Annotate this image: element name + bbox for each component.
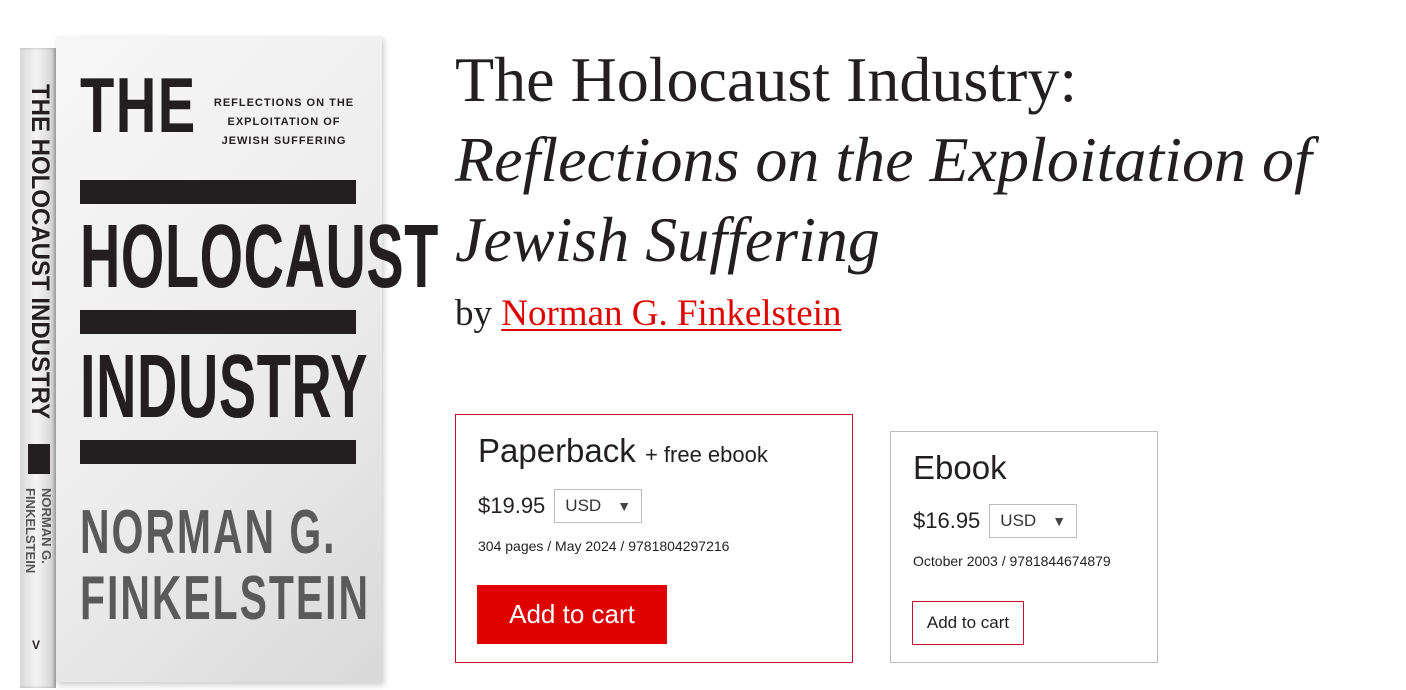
cover-divider [80,310,356,334]
cover-divider [80,440,356,464]
spine-author: NORMAN G. FINKELSTEIN [22,488,54,573]
book-title: The Holocaust Industry: Reflections on t… [455,40,1395,280]
cover-author-line: NORMAN G. [80,498,337,567]
format-details: 304 pages / May 2024 / 9781804297216 [478,538,730,554]
add-to-cart-button[interactable]: Add to cart [477,585,667,644]
caret-down-icon: ▼ [1052,513,1067,529]
cover-title-the: THE [80,61,197,149]
book-subtitle-line: Reflections on the Exploitation of [455,124,1312,195]
spine-author-line: FINKELSTEIN [23,488,38,574]
currency-select[interactable]: USD ▼ [554,489,643,523]
publisher-logo: V [32,638,41,652]
format-name: Ebook [913,449,1007,486]
caret-down-icon: ▼ [617,498,632,514]
byline-prefix: by [455,293,492,334]
currency-value: USD [565,496,602,515]
price-row: $19.95 USD ▼ [478,489,643,523]
price: $16.95 [913,508,981,533]
spine-author-line: NORMAN G. [39,488,54,564]
book-front-cover: THE REFLECTIONS ON THE EXPLOITATION OF J… [56,36,438,682]
cover-subtitle-line: JEWISH SUFFERING [221,135,347,147]
format-name-label: Paperback [478,432,636,469]
currency-select[interactable]: USD ▼ [989,504,1078,538]
cover-subtitle-line: EXPLOITATION OF [227,116,341,128]
book-spine: THE HOLOCAUST INDUSTRY NORMAN G. FINKELS… [20,48,56,688]
cover-title-holocaust: HOLOCAUST [80,207,439,307]
author-link[interactable]: Norman G. Finkelstein [501,293,841,334]
spine-bar [28,444,50,474]
cover-subtitle: REFLECTIONS ON THE EXPLOITATION OF JEWIS… [204,94,364,151]
byline: by Norman G. Finkelstein [455,292,841,336]
price: $19.95 [478,493,546,518]
format-details: October 2003 / 9781844674879 [913,553,1111,569]
cover-author-line: FINKELSTEIN [80,564,371,633]
cover-divider [80,180,356,204]
format-extra: + free ebook [644,442,768,467]
currency-value: USD [1000,511,1037,530]
book-title-main: The Holocaust Industry: [455,44,1078,115]
add-to-cart-button[interactable]: Add to cart [912,601,1024,645]
format-paperback: Paperback + free ebook $19.95 USD ▼ 304 … [455,414,853,663]
spine-title: THE HOLOCAUST INDUSTRY [25,84,54,420]
format-ebook: Ebook $16.95 USD ▼ October 2003 / 978184… [890,431,1158,663]
price-row: $16.95 USD ▼ [913,504,1078,538]
book-subtitle-line: Jewish Suffering [455,204,880,275]
cover-subtitle-line: REFLECTIONS ON THE [213,97,355,109]
book-cover: THE HOLOCAUST INDUSTRY NORMAN G. FINKELS… [20,36,438,688]
cover-title-industry: INDUSTRY [80,337,369,437]
format-name: Paperback + free ebook [478,431,768,475]
